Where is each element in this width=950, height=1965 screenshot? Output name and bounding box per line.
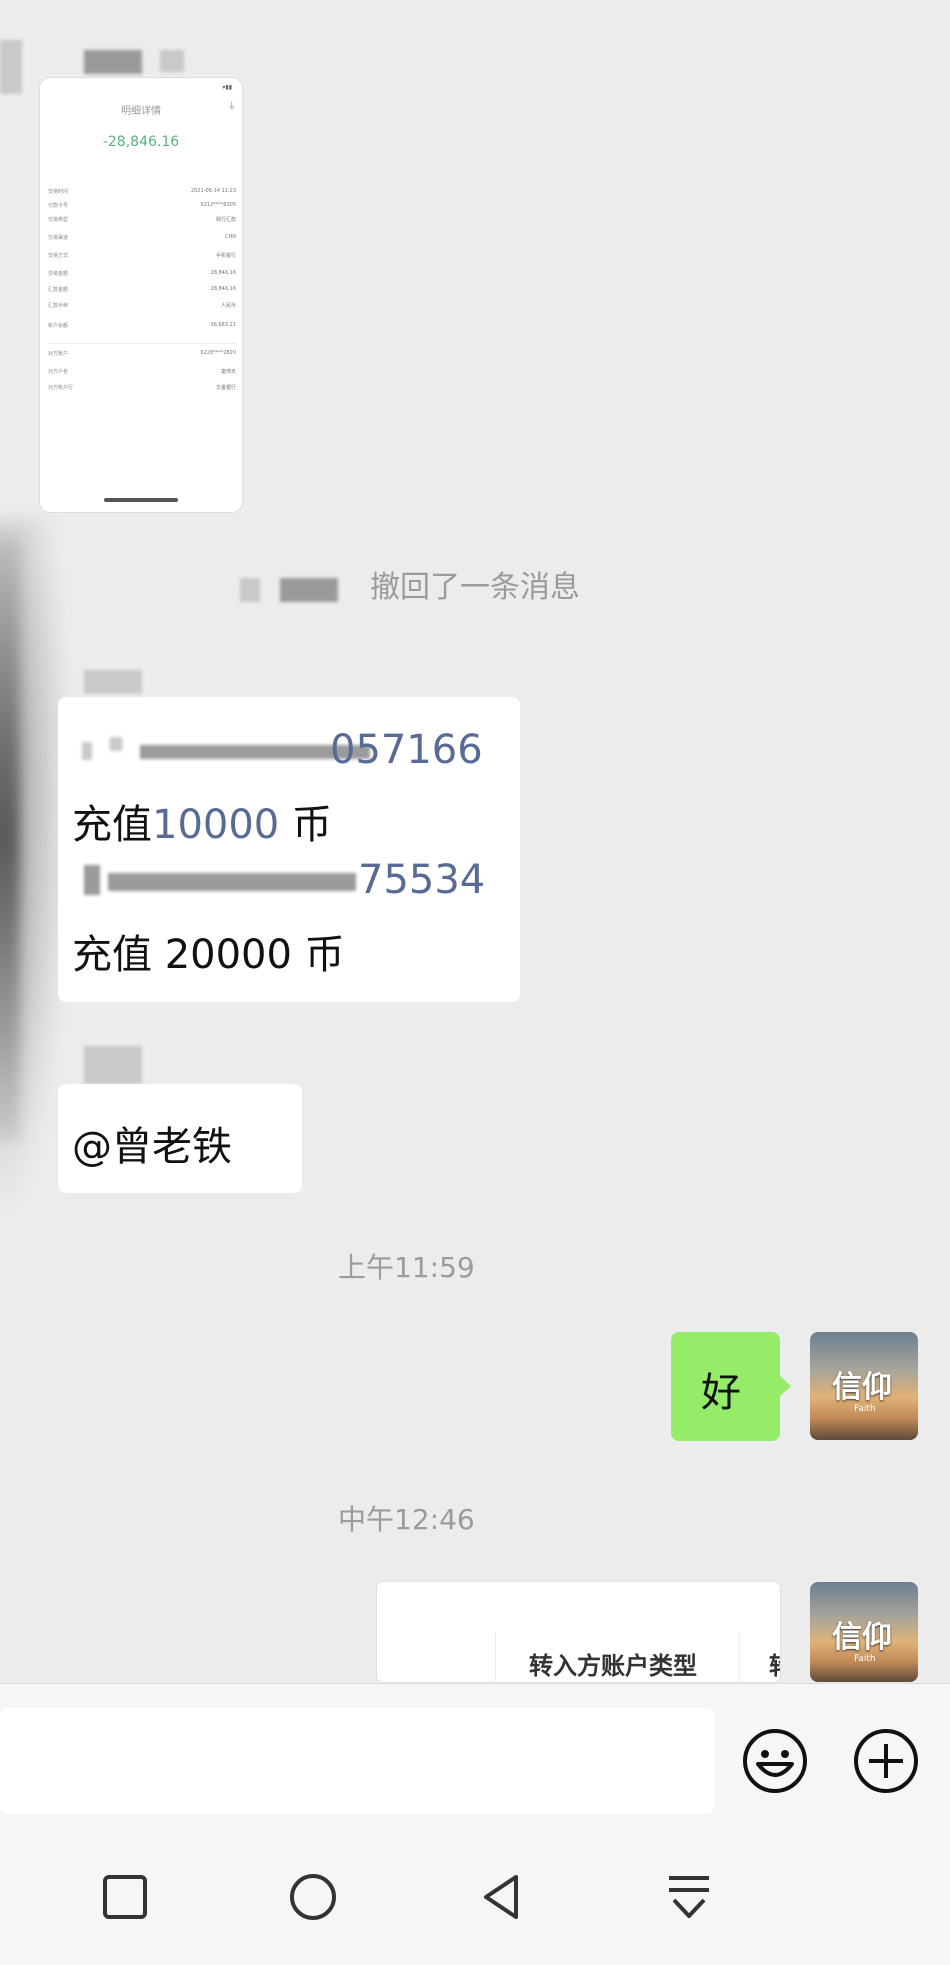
card-label-cut: 转 bbox=[769, 1646, 780, 1681]
redacted-sender-name-1b bbox=[160, 50, 184, 72]
redacted-recall-name-a bbox=[240, 578, 260, 602]
receipt-row: 对方账户 6228****2820 bbox=[48, 350, 236, 357]
redacted-id-2a bbox=[84, 865, 100, 895]
home-indicator bbox=[104, 498, 178, 502]
redacted-id-dot bbox=[110, 737, 122, 751]
card-label: 转入方账户类型 bbox=[529, 1652, 697, 1680]
receipt-row: 汇款金额 28,846.16 bbox=[48, 286, 236, 293]
avatar-title: 信仰 bbox=[832, 1370, 892, 1405]
download-icon: ⤓ bbox=[229, 100, 234, 111]
circle-nav-icon[interactable] bbox=[288, 1872, 338, 1922]
receipt-row: 对方户名 童伟天 bbox=[48, 369, 236, 375]
recharge-id-1: 057166 bbox=[330, 727, 483, 773]
collapse-nav-icon[interactable] bbox=[664, 1872, 714, 1922]
receipt-row: 账户余额 36,683.21 bbox=[48, 322, 236, 329]
redacted-id-prefix bbox=[82, 742, 92, 760]
receipt-row: 付款卡号 6212****8305 bbox=[48, 202, 236, 209]
system-nav-bar bbox=[0, 1828, 950, 1965]
status-icons: ▾▮▮ bbox=[222, 84, 232, 91]
receipt-row: 交易类型 跨行汇款 bbox=[48, 217, 236, 223]
timestamp-1: 上午11:59 bbox=[338, 1251, 475, 1284]
redacted-recall-name-b bbox=[280, 578, 338, 602]
receipt-row: 交易时间 2021-06-14 11:23 bbox=[48, 188, 236, 195]
square-nav-icon[interactable] bbox=[100, 1872, 150, 1922]
message-bubble-mention[interactable]: @曾老铁 bbox=[58, 1084, 302, 1193]
recharge-id-2: 75534 bbox=[358, 857, 486, 903]
receipt-row: 交易渠道 CHN bbox=[48, 234, 236, 241]
recall-system-message: 撤回了一条消息 bbox=[370, 570, 580, 605]
mention-text: @曾老铁 bbox=[72, 1124, 232, 1170]
receipt-title: 明细详情 bbox=[121, 106, 161, 117]
input-bar bbox=[0, 1683, 950, 1829]
recharge-line-1: 充值10000 币 bbox=[72, 802, 332, 848]
image-message-card[interactable]: 转入方账户类型 转 bbox=[377, 1582, 780, 1682]
timestamp-2: 中午12:46 bbox=[338, 1503, 475, 1536]
redacted-sender-name-1 bbox=[84, 50, 142, 74]
redacted-id-2 bbox=[108, 873, 356, 891]
redacted-sender-name-2 bbox=[84, 670, 142, 694]
message-bubble-recharge[interactable]: 057166 充值10000 币 75534 充值 20000 币 bbox=[58, 697, 520, 1002]
message-bubble-my-reply[interactable]: 好 bbox=[671, 1332, 791, 1441]
receipt-amount: -28,846.16 bbox=[102, 134, 180, 150]
my-avatar[interactable]: 信仰 Faith bbox=[810, 1332, 918, 1440]
back-nav-icon[interactable] bbox=[476, 1872, 526, 1922]
emoji-icon[interactable] bbox=[742, 1728, 808, 1794]
avatar-subtitle: Faith bbox=[854, 1404, 876, 1414]
receipt-row: 交易方式 手机银行 bbox=[48, 253, 236, 259]
avatar-title-2: 信仰 bbox=[832, 1620, 892, 1655]
plus-icon[interactable] bbox=[853, 1728, 919, 1794]
receipt-row: 交易金额 28,846.16 bbox=[48, 270, 236, 277]
blurred-avatar-smear-2 bbox=[0, 540, 20, 1140]
reply-text: 好 bbox=[701, 1370, 741, 1416]
message-input[interactable] bbox=[0, 1708, 714, 1814]
receipt-row: 对方账户行 华夏银行 bbox=[48, 385, 236, 391]
avatar-subtitle-2: Faith bbox=[854, 1654, 876, 1664]
redacted-avatar-1 bbox=[0, 40, 22, 94]
receipt-image-message[interactable]: ▾▮▮ 明细详情 ⤓ -28,846.16 交易时间 2021-06-14 11:… bbox=[40, 78, 242, 512]
recharge-line-2: 充值 20000 币 bbox=[72, 932, 345, 978]
my-avatar-2[interactable]: 信仰 Faith bbox=[810, 1582, 918, 1682]
receipt-divider bbox=[48, 343, 236, 344]
redacted-sender-name-3 bbox=[84, 1046, 142, 1084]
receipt-row: 汇款币种 人民币 bbox=[48, 303, 236, 309]
